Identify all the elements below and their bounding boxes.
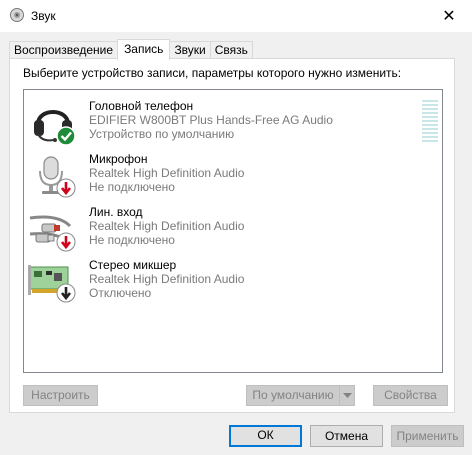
device-item-stereo-mix[interactable]: Стерео микшер Realtek High Definition Au…: [24, 257, 424, 309]
properties-button[interactable]: Свойства: [373, 385, 448, 406]
device-status: Устройство по умолчанию: [89, 127, 235, 141]
device-item-microphone[interactable]: Микрофон Realtek High Definition Audio Н…: [24, 151, 424, 203]
default-check-badge-icon: [56, 126, 76, 146]
device-name: Стерео микшер: [89, 258, 177, 272]
sound-card-icon: [28, 265, 76, 303]
device-name: Головной телефон: [89, 99, 194, 113]
device-driver: Realtek High Definition Audio: [89, 219, 245, 233]
dropdown-arrow-icon[interactable]: [339, 386, 354, 405]
microphone-icon: [39, 156, 76, 198]
level-meter: [422, 100, 438, 144]
ok-button[interactable]: ОК: [229, 425, 302, 447]
device-name: Микрофон: [89, 152, 148, 166]
apply-button[interactable]: Применить: [391, 425, 464, 447]
configure-button[interactable]: Настроить: [23, 385, 98, 406]
device-item-headset[interactable]: Головной телефон EDIFIER W800BT Plus Han…: [24, 98, 424, 150]
set-default-label: По умолчанию: [252, 388, 334, 402]
device-driver: EDIFIER W800BT Plus Hands-Free AG Audio: [89, 113, 333, 127]
headset-icon: [34, 110, 76, 146]
device-status: Не подключено: [89, 180, 175, 194]
cancel-button[interactable]: Отмена: [310, 425, 383, 447]
device-item-line-in[interactable]: Лин. вход Realtek High Definition Audio …: [24, 204, 424, 256]
close-button[interactable]: ✕: [426, 0, 472, 32]
close-icon: ✕: [442, 8, 456, 25]
device-list[interactable]: Головной телефон EDIFIER W800BT Plus Han…: [23, 89, 443, 373]
set-default-button[interactable]: По умолчанию: [246, 385, 355, 406]
disconnected-arrow-badge-icon: [56, 232, 76, 252]
tab-strip: Воспроизведение Запись Звуки Связь: [9, 39, 253, 60]
device-status: Отключено: [89, 286, 152, 300]
device-status: Не подключено: [89, 233, 175, 247]
title-bar: Звук ✕: [0, 0, 472, 32]
window-title: Звук: [31, 9, 56, 23]
line-in-cable-icon: [29, 215, 76, 252]
disconnected-arrow-badge-icon: [56, 178, 76, 198]
device-name: Лин. вход: [89, 205, 143, 219]
instruction-text: Выберите устройство записи, параметры ко…: [23, 66, 402, 80]
speaker-icon: [10, 8, 24, 22]
recording-panel: Выберите устройство записи, параметры ко…: [9, 58, 455, 413]
disabled-arrow-badge-icon: [56, 283, 76, 303]
device-driver: Realtek High Definition Audio: [89, 166, 245, 180]
device-driver: Realtek High Definition Audio: [89, 272, 245, 286]
tab-recording[interactable]: Запись: [117, 39, 171, 60]
